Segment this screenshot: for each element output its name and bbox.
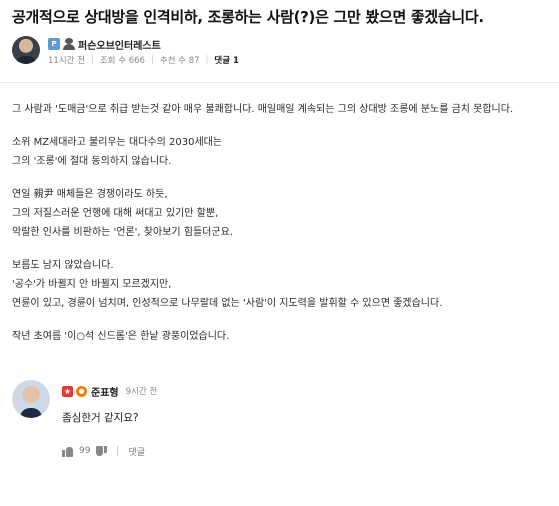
divider bbox=[0, 82, 559, 83]
author-line: P 퍼슨오브인터레스트 bbox=[48, 36, 161, 52]
body-line: '공수'가 바뀔지 안 바뀔지 모르겠지만, bbox=[12, 279, 172, 290]
body-line: 그의 저질스러운 언행에 대해 써대고 있기만 할뿐, bbox=[12, 208, 219, 219]
body-line: 작년 초여름 '이○석 신드롬'은 한낱 광풍이었습니다. bbox=[12, 331, 230, 342]
comment-header: ★ ● 준표형 9시간 전 bbox=[62, 384, 158, 399]
like-count: 99 bbox=[79, 446, 91, 456]
thumbs-up-icon[interactable] bbox=[62, 446, 73, 457]
comment-time: 9시간 전 bbox=[125, 387, 158, 397]
body-line: 소위 MZ세대라고 불리우는 대다수의 2030세대는 bbox=[12, 137, 223, 148]
comment-text: 좀심한거 같지요? bbox=[62, 412, 139, 424]
people-icon bbox=[63, 38, 75, 50]
author-avatar[interactable] bbox=[12, 36, 40, 64]
comment-item: ★ ● 준표형 9시간 전 좀심한거 같지요? 99 댓글 bbox=[12, 378, 552, 468]
body-line: 연일 親尹 매체들은 경쟁이라도 하듯, bbox=[12, 189, 168, 200]
body-line: 그 사람과 '도매금'으로 취급 받는것 같아 매우 불쾌합니다. 매일매일 계… bbox=[12, 104, 514, 115]
comment-count-link[interactable]: 댓글 1 bbox=[214, 54, 239, 66]
commenter-name[interactable]: 준표형 bbox=[91, 384, 119, 399]
comment-actions: 99 댓글 bbox=[62, 444, 145, 458]
medal-badge-icon: ● bbox=[76, 385, 87, 397]
recommend-count: 추천 수 87 bbox=[159, 56, 200, 66]
post-time: 11시간 전 bbox=[48, 56, 85, 66]
body-line: 악랄한 인사를 비판하는 '언론', 찾아보기 힘들더군요. bbox=[12, 227, 233, 238]
post-title: 공개적으로 상대방을 인격비하, 조롱하는 사람(?)은 그만 봤으면 좋겠습니… bbox=[12, 8, 484, 26]
body-line: 그의 '조롱'에 절대 동의하지 않습니다. bbox=[12, 156, 172, 167]
post-meta: 11시간 전 | 조회 수 666 | 추천 수 87 | 댓글 1 bbox=[48, 54, 239, 66]
author-name[interactable]: 퍼슨오브인터레스트 bbox=[78, 37, 161, 52]
star-badge-icon: ★ bbox=[62, 385, 73, 397]
reply-button[interactable]: 댓글 bbox=[128, 445, 145, 458]
post-body: 그 사람과 '도매금'으로 취급 받는것 같아 매우 불쾌합니다. 매일매일 계… bbox=[12, 100, 552, 346]
body-line: 연륜이 있고, 경륜이 넘치며, 인성적으로 나무랄데 없는 '사람'이 지도력… bbox=[12, 298, 443, 309]
commenter-avatar[interactable] bbox=[12, 380, 50, 418]
body-line: 보름도 남지 않았습니다. bbox=[12, 260, 114, 271]
author-info: P 퍼슨오브인터레스트 11시간 전 | 조회 수 666 | 추천 수 87 … bbox=[12, 36, 552, 70]
thumbs-down-icon[interactable] bbox=[96, 446, 107, 457]
level-badge-icon: P bbox=[48, 38, 60, 50]
view-count: 조회 수 666 bbox=[99, 56, 145, 66]
